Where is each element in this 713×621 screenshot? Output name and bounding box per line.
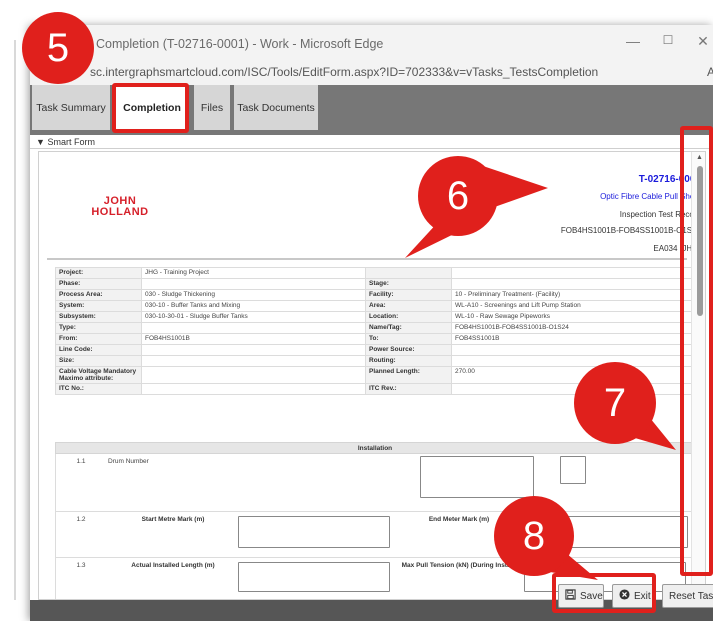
close-icon[interactable]: ✕ [693, 33, 713, 50]
field-value[interactable] [451, 383, 696, 395]
panel-divider [14, 40, 16, 600]
installation-heading: Installation [55, 442, 695, 454]
window-title: Completion (T-02716-0001) - Work - Micro… [96, 37, 384, 51]
info-row: Line Code: Power Source: [55, 344, 696, 356]
row-label: Drum Number [108, 458, 149, 465]
row-number: 1.2 [76, 516, 86, 523]
field-value[interactable]: JHG - Training Project [141, 267, 366, 279]
info-row: Process Area: 030 - Sludge Thickening Faci… [55, 289, 696, 301]
field-label: Facility: [365, 289, 452, 301]
field-value[interactable]: WL-A10 - Screenings and Lift Pump Statio… [451, 300, 696, 312]
field-label: ITC No.: [55, 383, 142, 395]
address-bar[interactable]: sc.intergraphsmartcloud.com/ISC/Tools/Ed… [30, 61, 713, 85]
url-text: sc.intergraphsmartcloud.com/ISC/Tools/Ed… [90, 65, 599, 79]
field-value[interactable] [451, 355, 696, 367]
row-label: Start Metre Mark (m) [141, 516, 205, 523]
field-label: Stage: [365, 278, 452, 290]
field-label: To: [365, 333, 452, 345]
maximize-icon[interactable]: ☐ [658, 33, 678, 47]
start-metre-mark-input[interactable] [238, 516, 390, 548]
field-label: Size: [55, 355, 142, 367]
callout-5-badge: 5 [22, 12, 94, 84]
highlight-completion-tab [112, 83, 189, 133]
info-row: From: FOB4HS1001B To: FOB4SS1001B [55, 333, 696, 345]
field-label: Area: [365, 300, 452, 312]
info-row: Project: JHG - Training Project [55, 267, 696, 279]
field-label: Line Code: [55, 344, 142, 356]
field-label: Planned Length: [365, 366, 452, 384]
field-label: From: [55, 333, 142, 345]
field-label: Power Source: [365, 344, 452, 356]
row-label-2: Max Pull Tension (kN) (During Install) [401, 562, 517, 569]
collapse-triangle-icon: ▼ [36, 137, 45, 147]
info-row: System: 030-10 - Buffer Tanks and Mixing A… [55, 300, 696, 312]
smart-form-toggle[interactable]: ▼ Smart Form [30, 135, 713, 149]
callout-6-badge: 6 [418, 156, 498, 236]
info-row: Type: Name/Tag: FOB4HS1001B-FOB4SS1001B-O1… [55, 322, 696, 334]
info-row: Phase: Stage: [55, 278, 696, 290]
smart-form-label: Smart Form [47, 137, 95, 147]
field-label: Location: [365, 311, 452, 323]
field-label: Project: [55, 267, 142, 279]
install-row-1-2: 1.2 Start Metre Mark (m) End Meter Mark … [55, 512, 695, 558]
field-value[interactable]: 030 - Sludge Thickening [141, 289, 366, 301]
header-divider [47, 258, 687, 260]
field-label: Routing: [365, 355, 452, 367]
reader-mode-icon[interactable]: A [707, 65, 713, 79]
drum-number-input[interactable] [420, 456, 534, 498]
callout-7-badge: 7 [574, 362, 656, 444]
install-row-1-1: 1.1 Drum Number [55, 454, 695, 512]
row-number: 1.1 [76, 458, 86, 465]
field-value[interactable] [141, 278, 366, 290]
field-value[interactable]: 030-10-30-01 - Sludge Buffer Tanks [141, 311, 366, 323]
drum-number-checkbox[interactable] [560, 456, 586, 484]
callout-8-badge: 8 [494, 496, 574, 576]
field-label: Subsystem: [55, 311, 142, 323]
tab-task-summary[interactable]: Task Summary [32, 85, 110, 130]
field-value[interactable] [451, 278, 696, 290]
field-value[interactable]: FOB4HS1001B-FOB4SS1001B-O1S24 [451, 322, 696, 334]
highlight-save-exit [552, 573, 656, 613]
field-label [365, 267, 452, 279]
field-value[interactable] [141, 383, 366, 395]
field-label: Cable Voltage Mandatory Maximo attribute… [55, 366, 142, 384]
row-label: Actual Installed Length (m) [131, 562, 215, 569]
field-label: System: [55, 300, 142, 312]
field-label: ITC Rev.: [365, 383, 452, 395]
field-label: Process Area: [55, 289, 142, 301]
field-value[interactable]: 030-10 - Buffer Tanks and Mixing [141, 300, 366, 312]
field-value[interactable] [451, 267, 696, 279]
field-label: Type: [55, 322, 142, 334]
field-value[interactable] [141, 322, 366, 334]
minimize-icon[interactable]: — [623, 33, 643, 49]
reset-task-button[interactable]: Reset Task [662, 584, 713, 608]
field-value[interactable]: 270.00 [451, 366, 696, 384]
tab-files[interactable]: Files [194, 85, 230, 130]
field-value[interactable]: FOB4HS1001B [141, 333, 366, 345]
field-value[interactable] [141, 344, 366, 356]
field-value[interactable]: WL-10 - Raw Sewage Pipeworks [451, 311, 696, 323]
field-value[interactable] [141, 366, 366, 384]
field-value[interactable] [451, 344, 696, 356]
window-titlebar: Completion (T-02716-0001) - Work - Micro… [30, 25, 713, 61]
highlight-scrollbar [680, 126, 713, 576]
field-value[interactable]: 10 - Preliminary Treatment- (Facility) [451, 289, 696, 301]
field-value[interactable] [141, 355, 366, 367]
field-value[interactable]: FOB4SS1001B [451, 333, 696, 345]
field-label: Name/Tag: [365, 322, 452, 334]
field-label: Phase: [55, 278, 142, 290]
background-left-panel [0, 0, 30, 621]
row-number: 1.3 [76, 562, 86, 569]
john-holland-logo: JOHN HOLLAND [91, 195, 149, 218]
tab-task-documents[interactable]: Task Documents [234, 85, 318, 130]
installed-length-input[interactable] [238, 562, 390, 592]
info-row: Subsystem: 030-10-30-01 - Sludge Buffer T… [55, 311, 696, 323]
